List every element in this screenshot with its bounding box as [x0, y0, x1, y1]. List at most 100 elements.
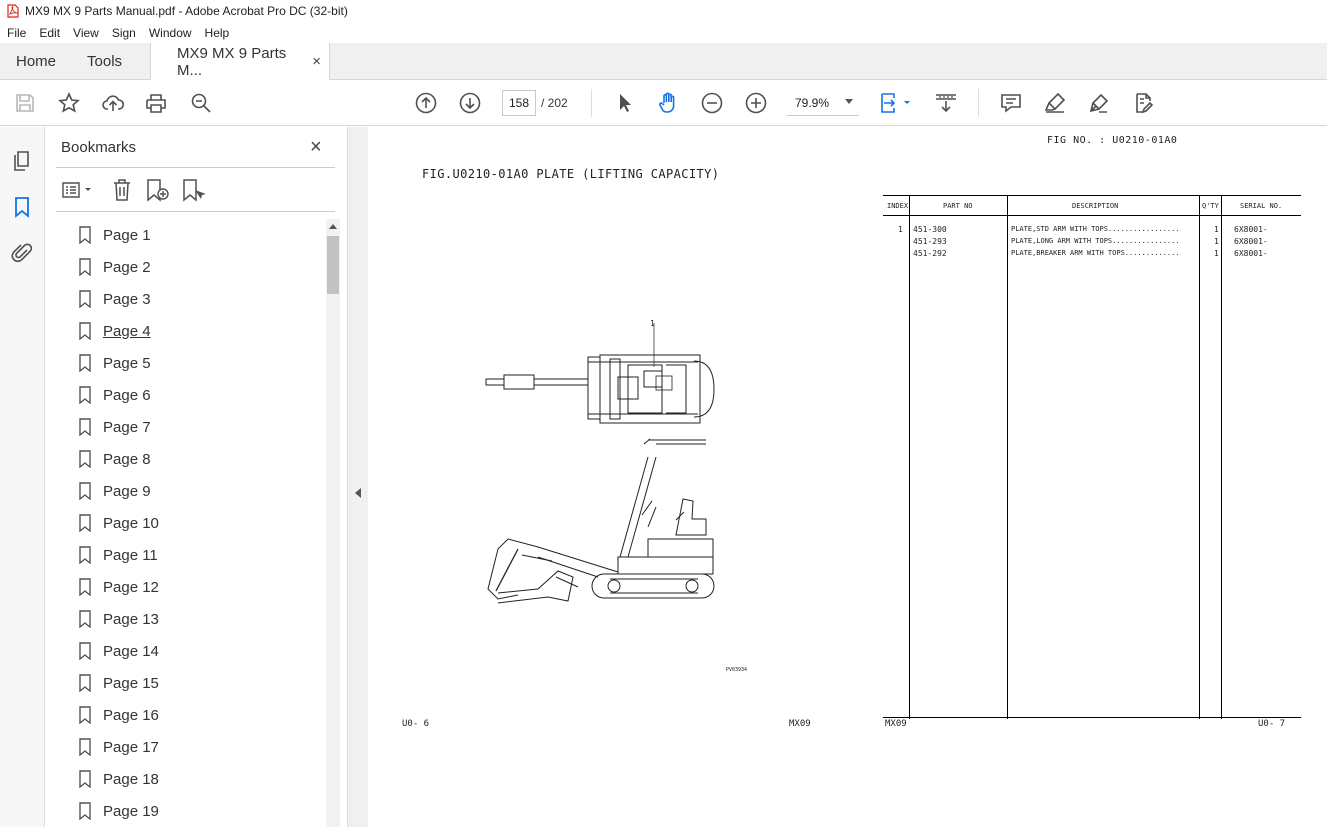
- bookmark-item[interactable]: Page 19: [75, 795, 325, 827]
- bookmark-icon: [79, 770, 91, 788]
- bookmark-label: Page 19: [103, 802, 159, 820]
- bookmark-item[interactable]: Page 1: [75, 219, 325, 251]
- bookmark-item[interactable]: Page 2: [75, 251, 325, 283]
- scroll-mode-icon[interactable]: [934, 91, 958, 115]
- select-cursor-icon[interactable]: [612, 91, 636, 115]
- close-icon[interactable]: ×: [310, 136, 322, 159]
- header-qty: Q'TY: [1202, 202, 1219, 210]
- footer-left-page: U0- 6: [402, 719, 430, 729]
- menu-sign[interactable]: Sign: [105, 26, 142, 40]
- menu-edit[interactable]: Edit: [32, 26, 66, 40]
- bookmark-item[interactable]: Page 15: [75, 667, 325, 699]
- print-icon[interactable]: [144, 91, 168, 115]
- bookmark-item[interactable]: Page 9: [75, 475, 325, 507]
- bookmark-icon: [79, 706, 91, 724]
- bookmark-search-icon[interactable]: [181, 178, 207, 202]
- bookmark-item[interactable]: Page 14: [75, 635, 325, 667]
- highlighter-icon[interactable]: [1043, 91, 1067, 115]
- edit-pdf-icon[interactable]: [1131, 91, 1155, 115]
- bookmark-icon: [79, 322, 91, 340]
- menu-window[interactable]: Window: [142, 26, 198, 40]
- fit-page-icon[interactable]: [878, 91, 912, 115]
- parts-table: INDEX PART NO DESCRIPTION Q'TY SERIAL NO…: [883, 195, 1301, 719]
- bookmark-icon: [79, 482, 91, 500]
- bookmark-item[interactable]: Page 8: [75, 443, 325, 475]
- bookmark-scrollbar[interactable]: [326, 219, 340, 827]
- previous-page-icon[interactable]: [414, 91, 438, 115]
- bookmarks-title: Bookmarks: [61, 139, 137, 156]
- bookmark-label: Page 17: [103, 738, 159, 756]
- bookmark-item[interactable]: Page 16: [75, 699, 325, 731]
- table-divider: [1221, 196, 1222, 719]
- bookmark-item[interactable]: Page 11: [75, 539, 325, 571]
- table-header-rule: [883, 215, 1301, 216]
- save-icon[interactable]: [13, 91, 37, 115]
- bookmark-item[interactable]: Page 17: [75, 731, 325, 763]
- bookmark-item[interactable]: Page 18: [75, 763, 325, 795]
- page-thumbnails-icon[interactable]: [10, 149, 34, 173]
- zoom-level-select[interactable]: 79.9%: [787, 90, 859, 116]
- tab-tools[interactable]: Tools: [72, 43, 150, 79]
- footer-right-page: U0- 7: [1258, 719, 1286, 729]
- tab-close-icon[interactable]: ×: [312, 53, 321, 70]
- bookmark-item[interactable]: Page 4: [75, 315, 325, 347]
- zoom-in-icon[interactable]: [744, 91, 768, 115]
- bookmark-label: Page 2: [103, 258, 151, 276]
- document-view[interactable]: FIG NO. : U0210-01A0 FIG.U0210-01A0 PLAT…: [368, 127, 1327, 827]
- menu-bar: File Edit View Sign Window Help: [0, 22, 1327, 43]
- bookmark-icon: [79, 578, 91, 596]
- bookmark-icon: [79, 514, 91, 532]
- attachment-icon[interactable]: [10, 241, 34, 265]
- delete-icon[interactable]: [111, 178, 133, 202]
- bookmark-icon: [79, 802, 91, 820]
- bookmark-label: Page 5: [103, 354, 151, 372]
- tab-document[interactable]: MX9 MX 9 Parts M... ×: [150, 43, 331, 80]
- bookmark-icon: [79, 738, 91, 756]
- menu-view[interactable]: View: [66, 26, 105, 40]
- new-bookmark-icon[interactable]: [145, 178, 171, 202]
- header-index: INDEX: [887, 202, 909, 210]
- hand-tool-icon[interactable]: [656, 91, 680, 115]
- bookmark-label: Page 15: [103, 674, 159, 692]
- row-serial: 6X8001-: [1234, 237, 1268, 246]
- bookmark-item[interactable]: Page 7: [75, 411, 325, 443]
- header-part-no: PART NO: [943, 202, 973, 210]
- bookmark-icon: [79, 674, 91, 692]
- draw-sign-icon[interactable]: [1087, 91, 1111, 115]
- bookmark-item[interactable]: Page 13: [75, 603, 325, 635]
- bookmark-item[interactable]: Page 10: [75, 507, 325, 539]
- row-qty: 1: [1214, 225, 1219, 234]
- cloud-upload-icon[interactable]: [101, 91, 125, 115]
- bookmark-icon: [79, 546, 91, 564]
- bookmark-label: Page 4: [103, 322, 151, 340]
- bookmark-panel-icon[interactable]: [10, 195, 34, 219]
- bookmark-item[interactable]: Page 5: [75, 347, 325, 379]
- scroll-up-icon[interactable]: [329, 224, 337, 229]
- bookmark-label: Page 11: [103, 546, 158, 564]
- tab-home[interactable]: Home: [0, 43, 72, 79]
- comment-icon[interactable]: [999, 91, 1023, 115]
- options-menu-icon[interactable]: [61, 179, 95, 201]
- footer-right-model: MX09: [885, 719, 907, 729]
- tab-document-label: MX9 MX 9 Parts M...: [177, 44, 287, 79]
- page-number-input[interactable]: 158: [502, 90, 536, 116]
- bookmark-label: Page 3: [103, 290, 151, 308]
- zoom-level-value: 79.9%: [795, 95, 830, 110]
- next-page-icon[interactable]: [458, 91, 482, 115]
- bookmark-icon: [79, 642, 91, 660]
- star-icon[interactable]: [57, 91, 81, 115]
- panel-collapse-bar[interactable]: [348, 127, 368, 827]
- bookmark-label: Page 13: [103, 610, 159, 628]
- collapse-panel-icon[interactable]: [355, 488, 361, 498]
- bookmark-item[interactable]: Page 6: [75, 379, 325, 411]
- bookmark-item[interactable]: Page 3: [75, 283, 325, 315]
- zoom-out-icon[interactable]: [700, 91, 724, 115]
- bookmark-label: Page 1: [103, 226, 151, 244]
- menu-help[interactable]: Help: [198, 26, 236, 40]
- zoom-search-icon[interactable]: [189, 91, 213, 115]
- scrollbar-thumb[interactable]: [327, 236, 339, 294]
- menu-file[interactable]: File: [0, 26, 32, 40]
- header-serial: SERIAL NO.: [1240, 202, 1283, 210]
- row-qty: 1: [1214, 237, 1219, 246]
- bookmark-item[interactable]: Page 12: [75, 571, 325, 603]
